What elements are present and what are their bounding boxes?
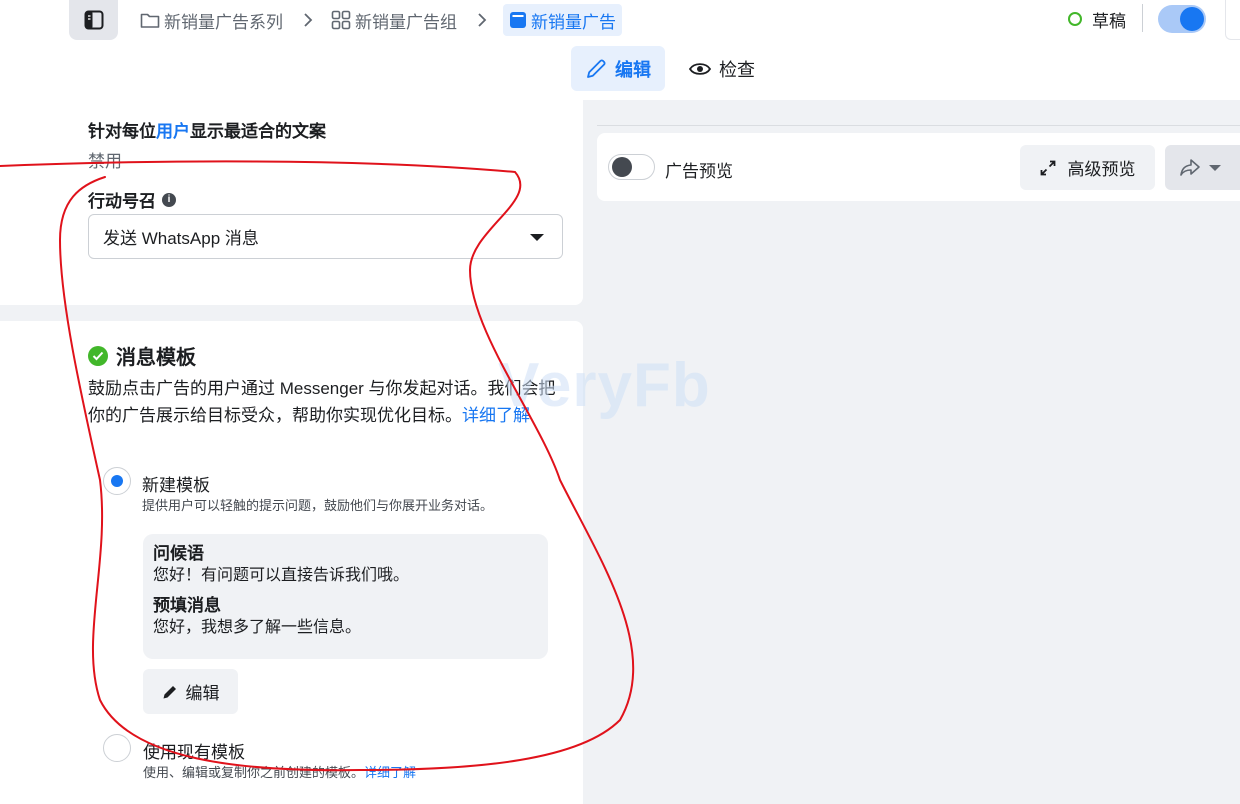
folder-icon	[140, 13, 160, 28]
chevron-right-icon	[477, 13, 487, 27]
edit-template-label: 编辑	[185, 684, 220, 703]
template-summary: 问候语 您好！有问题可以直接告诉我们哦。 预填消息 您好，我想多了解一些信息。	[143, 534, 548, 659]
sidebar-panel-icon	[84, 10, 103, 30]
option-existing-sub-text: 使用、编辑或复制你之前创建的模板。	[143, 765, 365, 780]
ad-preview-label: 广告预览	[665, 162, 733, 181]
tab-edit[interactable]: 编辑	[571, 46, 665, 91]
ad-icon	[510, 12, 526, 28]
share-arrow-icon	[1180, 158, 1200, 176]
pencil-icon	[587, 59, 606, 78]
advanced-preview-label: 高级预览	[1067, 160, 1136, 179]
message-template-header: 消息模板	[88, 341, 196, 370]
tab-review-label: 检查	[719, 59, 755, 80]
status-dot-icon	[1068, 12, 1082, 26]
greeting-label: 问候语	[153, 544, 204, 563]
personalization-title-link[interactable]: 用户	[156, 122, 190, 141]
radio-existing-template[interactable]	[103, 734, 131, 762]
chevron-right-icon	[303, 13, 313, 27]
divider	[1142, 4, 1143, 32]
expand-icon	[1040, 160, 1055, 175]
breadcrumb-adset-label: 新销量广告组	[355, 12, 457, 32]
pencil-icon	[163, 685, 176, 698]
message-template-description: 鼓励点击广告的用户通过 Messenger 与你发起对话。我们会把你的广告展示给…	[88, 375, 566, 429]
edit-template-button[interactable]: 编辑	[143, 669, 238, 714]
caret-down-icon	[530, 234, 544, 241]
breadcrumb-campaign[interactable]: 新销量广告系列	[138, 4, 285, 36]
info-icon[interactable]: i	[162, 192, 176, 207]
prefill-value: 您好，我想多了解一些信息。	[153, 619, 362, 636]
draft-status: 草稿	[1068, 6, 1126, 32]
breadcrumb-ad[interactable]: 新销量广告	[503, 4, 622, 36]
caret-down-icon	[1209, 164, 1221, 171]
sidebar-toggle-button[interactable]	[69, 0, 118, 40]
tab-edit-label: 编辑	[615, 59, 651, 80]
prefill-label: 预填消息	[153, 596, 221, 615]
greeting-value: 您好！有问题可以直接告诉我们哦。	[153, 567, 410, 584]
option-new-template-title: 新建模板	[142, 476, 210, 495]
check-circle-icon	[88, 345, 108, 366]
breadcrumb-campaign-label: 新销量广告系列	[164, 12, 283, 32]
eye-icon	[689, 62, 711, 75]
personalization-title-suffix: 显示最适合的文案	[190, 122, 326, 141]
ad-preview-toggle[interactable]	[608, 154, 655, 180]
radio-new-template[interactable]	[103, 467, 131, 495]
option-existing-template-sub: 使用、编辑或复制你之前创建的模板。详细了解	[143, 762, 416, 781]
preview-divider	[597, 125, 1240, 126]
existing-learn-more-link[interactable]: 详细了解	[364, 765, 416, 780]
toggle-knob	[1180, 7, 1204, 31]
personalization-title-prefix: 针对每位	[88, 122, 156, 141]
personalization-title: 针对每位用户显示最适合的文案	[88, 117, 326, 142]
status-label: 草稿	[1092, 11, 1126, 31]
breadcrumb-adset[interactable]: 新销量广告组	[329, 4, 459, 36]
toggle-knob	[612, 157, 632, 177]
cta-selected-value: 发送 WhatsApp 消息	[103, 229, 259, 248]
watermark: VeryFb	[498, 351, 711, 420]
ad-on-off-toggle[interactable]	[1158, 5, 1206, 33]
grid-icon	[331, 10, 351, 30]
mode-tabs: 编辑 检查	[571, 46, 769, 91]
option-existing-template-title: 使用现有模板	[143, 743, 245, 762]
breadcrumb: 新销量广告系列 新销量广告组 新销量广告	[138, 4, 622, 36]
cta-label-text: 行动号召	[88, 192, 156, 211]
tab-review[interactable]: 检查	[675, 46, 769, 91]
option-new-template-sub: 提供用户可以轻触的提示问题，鼓励他们与你展开业务对话。	[142, 498, 494, 513]
breadcrumb-ad-label: 新销量广告	[531, 12, 616, 32]
share-preview-button[interactable]	[1165, 145, 1240, 190]
message-template-title: 消息模板	[116, 347, 196, 369]
top-right-button[interactable]	[1225, 0, 1240, 40]
cta-dropdown[interactable]: 发送 WhatsApp 消息	[88, 214, 563, 259]
personalization-value: 禁用	[88, 152, 122, 171]
cta-label: 行动号召 i	[88, 187, 176, 212]
advanced-preview-button[interactable]: 高级预览	[1020, 145, 1155, 190]
